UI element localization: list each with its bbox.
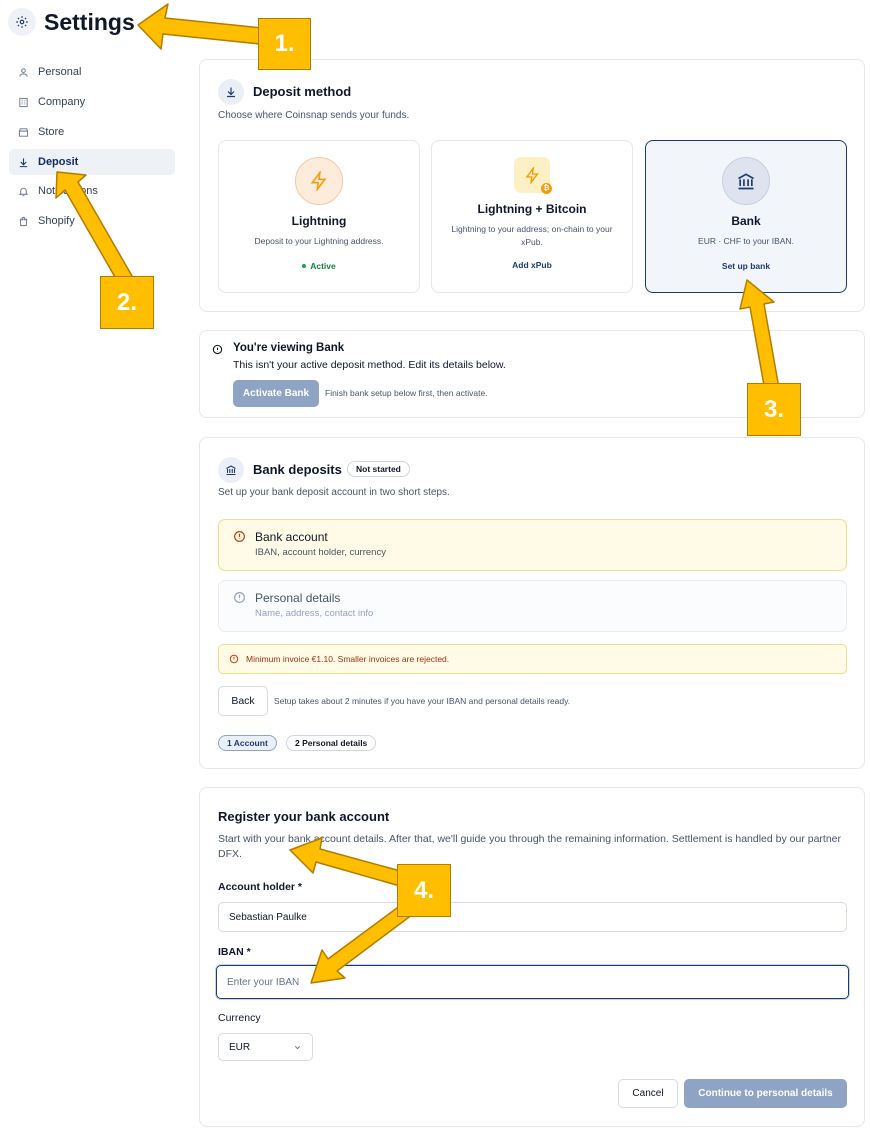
lightning-bitcoin-icon: ₿ (514, 157, 552, 194)
status-badge: Not started (347, 461, 410, 477)
bank-deposits-subtitle: Set up your bank deposit account in two … (218, 487, 450, 498)
deposit-method-subtitle: Choose where Coinsnap sends your funds. (218, 110, 410, 121)
sidebar-item-store[interactable]: Store (9, 119, 175, 145)
sidebar-item-label: Store (38, 126, 65, 138)
currency-select[interactable]: EUR (218, 1033, 313, 1061)
continue-button[interactable]: Continue to personal details (684, 1079, 847, 1108)
notice-hint: Finish bank setup below first, then acti… (325, 388, 488, 398)
back-button[interactable]: Back (218, 686, 268, 716)
annotation-badge-2: 2. (100, 276, 154, 329)
sidebar-item-shopify[interactable]: Shopify (9, 208, 175, 234)
iban-input[interactable]: Enter your IBAN (216, 965, 849, 999)
notice-text: This isn't your active deposit method. E… (233, 359, 506, 371)
option-lightning-bitcoin[interactable]: ₿ Lightning + Bitcoin Lightning to your … (431, 140, 633, 293)
register-description: Start with your bank account details. Af… (218, 833, 842, 860)
step-personal-details[interactable]: Personal details Name, address, contact … (218, 580, 847, 632)
sidebar-item-label: Deposit (38, 156, 79, 168)
bank-icon (218, 457, 244, 483)
deposit-method-title: Deposit method (253, 84, 352, 99)
set-up-bank-link[interactable]: Set up bank (722, 261, 770, 271)
lightning-icon (295, 157, 343, 205)
option-bank[interactable]: Bank EUR · CHF to your IBAN. Set up bank (645, 140, 847, 293)
warning-text: Minimum invoice €1.10. Smaller invoices … (246, 654, 450, 664)
sidebar-item-label: Shopify (38, 215, 75, 227)
chevron-down-icon (293, 1043, 302, 1052)
currency-value: EUR (229, 1041, 251, 1053)
bank-deposits-card: Bank deposits Not started Set up your ba… (199, 437, 865, 769)
register-title: Register your bank account (218, 809, 390, 824)
sidebar-item-personal[interactable]: Personal (9, 59, 175, 85)
step-pill-personal[interactable]: 2 Personal details (286, 735, 377, 751)
account-holder-label: Account holder * (218, 881, 303, 893)
notice-title: You're viewing Bank (233, 342, 345, 354)
annotation-badge-3: 3. (747, 383, 801, 436)
bitcoin-icon: ₿ (541, 183, 552, 194)
step-subtitle: Name, address, contact info (255, 608, 374, 619)
store-icon (18, 127, 29, 138)
sidebar-item-company[interactable]: Company (9, 89, 175, 115)
step-bank-account[interactable]: Bank account IBAN, account holder, curre… (218, 519, 847, 571)
sidebar-item-label: Personal (38, 66, 82, 78)
option-desc: Lightning to your address; on-chain to y… (451, 224, 613, 247)
sidebar-item-deposit[interactable]: Deposit (9, 149, 175, 175)
bank-deposits-title: Bank deposits (253, 462, 342, 477)
settings-gear-icon (8, 8, 36, 36)
cancel-button[interactable]: Cancel (618, 1079, 678, 1108)
sidebar-item-label: Notifications (38, 185, 98, 197)
page-title: Settings (44, 9, 135, 35)
warning-icon (229, 654, 239, 664)
register-bank-card: Register your bank account Start with yo… (199, 787, 865, 1127)
alert-circle-icon (233, 591, 246, 604)
arrow-1 (137, 3, 263, 50)
account-holder-input[interactable]: Sebastian Paulke (218, 902, 847, 932)
bell-icon (18, 186, 29, 197)
annotation-badge-1: 1. (258, 18, 311, 70)
option-title: Lightning + Bitcoin (477, 202, 587, 216)
step-subtitle: IBAN, account holder, currency (255, 547, 386, 558)
option-title: Bank (731, 214, 761, 228)
download-icon (18, 157, 29, 168)
sidebar-item-notifications[interactable]: Notifications (9, 178, 175, 204)
option-desc: EUR · CHF to your IBAN. (698, 236, 794, 246)
annotation-badge-4: 4. (397, 864, 451, 917)
option-title: Lightning (291, 214, 347, 228)
iban-label: IBAN * (218, 946, 251, 958)
user-icon (18, 67, 29, 78)
status-badge: Active (302, 261, 336, 271)
back-hint: Setup takes about 2 minutes if you have … (274, 696, 571, 706)
step-title: Personal details (255, 591, 341, 605)
minimum-invoice-warning: Minimum invoice €1.10. Smaller invoices … (218, 644, 847, 674)
download-icon (218, 79, 244, 105)
sidebar-item-label: Company (38, 96, 86, 108)
add-xpub-link[interactable]: Add xPub (512, 260, 552, 270)
alert-circle-icon (233, 530, 246, 543)
info-icon (212, 344, 223, 355)
deposit-method-card: Deposit method Choose where Coinsnap sen… (199, 59, 865, 312)
bank-icon (722, 157, 770, 205)
option-lightning[interactable]: Lightning Deposit to your Lightning addr… (218, 140, 420, 293)
step-title: Bank account (255, 530, 328, 544)
activate-bank-button[interactable]: Activate Bank (233, 380, 319, 407)
shopping-bag-icon (18, 216, 29, 227)
currency-label: Currency (218, 1012, 261, 1024)
option-desc: Deposit to your Lightning address. (254, 236, 384, 246)
step-pill-account[interactable]: 1 Account (218, 735, 277, 751)
building-icon (18, 97, 29, 108)
